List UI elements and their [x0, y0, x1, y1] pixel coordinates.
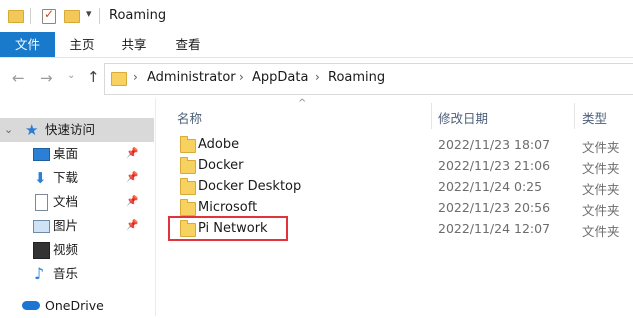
sidebar-item-label: 文档 [53, 194, 79, 209]
picture-icon [33, 220, 50, 233]
list-item[interactable]: Adobe 2022/11/23 18:07 文件夹 [170, 135, 633, 156]
file-name: Docker [198, 158, 244, 173]
list-item[interactable]: Docker 2022/11/23 21:06 文件夹 [170, 156, 633, 177]
sidebar-item-label: 图片 [53, 218, 79, 233]
download-icon: ⬇ [34, 169, 47, 187]
sidebar-item-documents[interactable]: 文档 📌 [0, 190, 154, 214]
sidebar-item-quick-access[interactable]: ⌄ ★ 快速访问 [0, 118, 154, 142]
breadcrumb-administrator[interactable]: Administrator [147, 70, 236, 85]
divider [99, 8, 100, 24]
sidebar-item-onedrive[interactable]: OneDrive [0, 294, 154, 318]
chevron-right-icon[interactable]: › [315, 70, 320, 84]
up-arrow-icon[interactable]: ↑ [87, 68, 100, 86]
sidebar-item-label: 下载 [53, 170, 79, 185]
sidebar-item-downloads[interactable]: ⬇ 下载 📌 [0, 166, 154, 190]
music-icon: ♪ [34, 264, 45, 283]
folder-icon [180, 199, 196, 216]
sidebar-item-music[interactable]: ♪ 音乐 [0, 262, 154, 286]
pin-icon[interactable]: 📌 [126, 214, 138, 238]
file-date: 2022/11/24 0:25 [438, 179, 543, 194]
file-type: 文件夹 [582, 224, 620, 239]
folder-icon [180, 178, 196, 195]
sort-ascending-icon: ^ [298, 98, 307, 109]
column-header-type[interactable]: 类型 [582, 108, 607, 130]
folder-icon [180, 157, 196, 174]
tab-view[interactable]: 查看 [166, 32, 210, 57]
back-arrow-icon[interactable]: ← [12, 69, 25, 87]
file-type: 文件夹 [582, 182, 620, 197]
file-date: 2022/11/23 21:06 [438, 158, 551, 173]
file-date: 2022/11/23 18:07 [438, 137, 551, 152]
properties-icon[interactable] [42, 7, 56, 24]
ribbon-tabs: 文件 主页 共享 查看 [0, 32, 633, 58]
sidebar-item-label: 音乐 [53, 266, 79, 281]
desktop-icon [33, 148, 50, 161]
column-header-date[interactable]: 修改日期 [438, 108, 488, 130]
chevron-down-icon[interactable]: ⌄ [4, 118, 13, 142]
column-divider[interactable] [431, 103, 432, 129]
file-name: Docker Desktop [198, 179, 302, 194]
document-icon [35, 194, 48, 211]
breadcrumb-appdata[interactable]: AppData [252, 70, 308, 85]
file-name: Microsoft [198, 200, 258, 215]
folder-icon [111, 72, 127, 86]
title-bar: ▾ Roaming [0, 0, 633, 32]
sidebar-item-label: 快速访问 [45, 122, 96, 137]
sidebar-item-label: 视频 [53, 242, 79, 257]
pane-divider[interactable] [155, 98, 156, 316]
sidebar-item-pictures[interactable]: 图片 📌 [0, 214, 154, 238]
divider [30, 8, 31, 24]
file-date: 2022/11/23 20:56 [438, 200, 551, 215]
folder-icon [180, 136, 196, 153]
list-item[interactable]: Docker Desktop 2022/11/24 0:25 文件夹 [170, 177, 633, 198]
chevron-right-icon[interactable]: › [133, 70, 138, 84]
breadcrumb-roaming[interactable]: Roaming [328, 70, 385, 85]
file-type: 文件夹 [582, 161, 620, 176]
customize-toolbar-icon[interactable]: ▾ [86, 7, 92, 20]
window-title: Roaming [109, 8, 167, 23]
pin-icon[interactable]: 📌 [126, 190, 138, 214]
column-header-name[interactable]: 名称 [177, 108, 202, 130]
highlight-box [168, 216, 288, 241]
column-divider[interactable] [574, 103, 575, 129]
sidebar-item-label: OneDrive [45, 298, 104, 313]
sidebar-item-videos[interactable]: 视频 [0, 238, 154, 262]
file-type: 文件夹 [582, 140, 620, 155]
tab-share[interactable]: 共享 [112, 32, 156, 57]
pin-icon[interactable]: 📌 [126, 166, 138, 190]
tab-home[interactable]: 主页 [60, 32, 104, 57]
tab-file[interactable]: 文件 [0, 32, 55, 57]
sidebar-item-desktop[interactable]: 桌面 📌 [0, 142, 154, 166]
pin-icon[interactable]: 📌 [126, 142, 138, 166]
forward-arrow-icon[interactable]: → [40, 69, 53, 87]
chevron-right-icon[interactable]: › [239, 70, 244, 84]
new-folder-icon[interactable] [64, 10, 80, 23]
navigation-pane: ⌄ ★ 快速访问 桌面 📌 ⬇ 下载 📌 文档 📌 图片 📌 视频 ♪ 音乐 O… [0, 110, 154, 316]
star-icon: ★ [25, 121, 39, 139]
sidebar-item-label: 桌面 [53, 146, 79, 161]
onedrive-cloud-icon [22, 301, 40, 310]
address-bar[interactable]: › Administrator › AppData › Roaming [104, 63, 633, 95]
file-date: 2022/11/24 12:07 [438, 221, 551, 236]
video-icon [33, 242, 50, 259]
folder-icon[interactable] [8, 10, 24, 23]
file-type: 文件夹 [582, 203, 620, 218]
file-name: Adobe [198, 137, 240, 152]
recent-locations-chevron-icon[interactable]: ⌄ [67, 70, 75, 81]
